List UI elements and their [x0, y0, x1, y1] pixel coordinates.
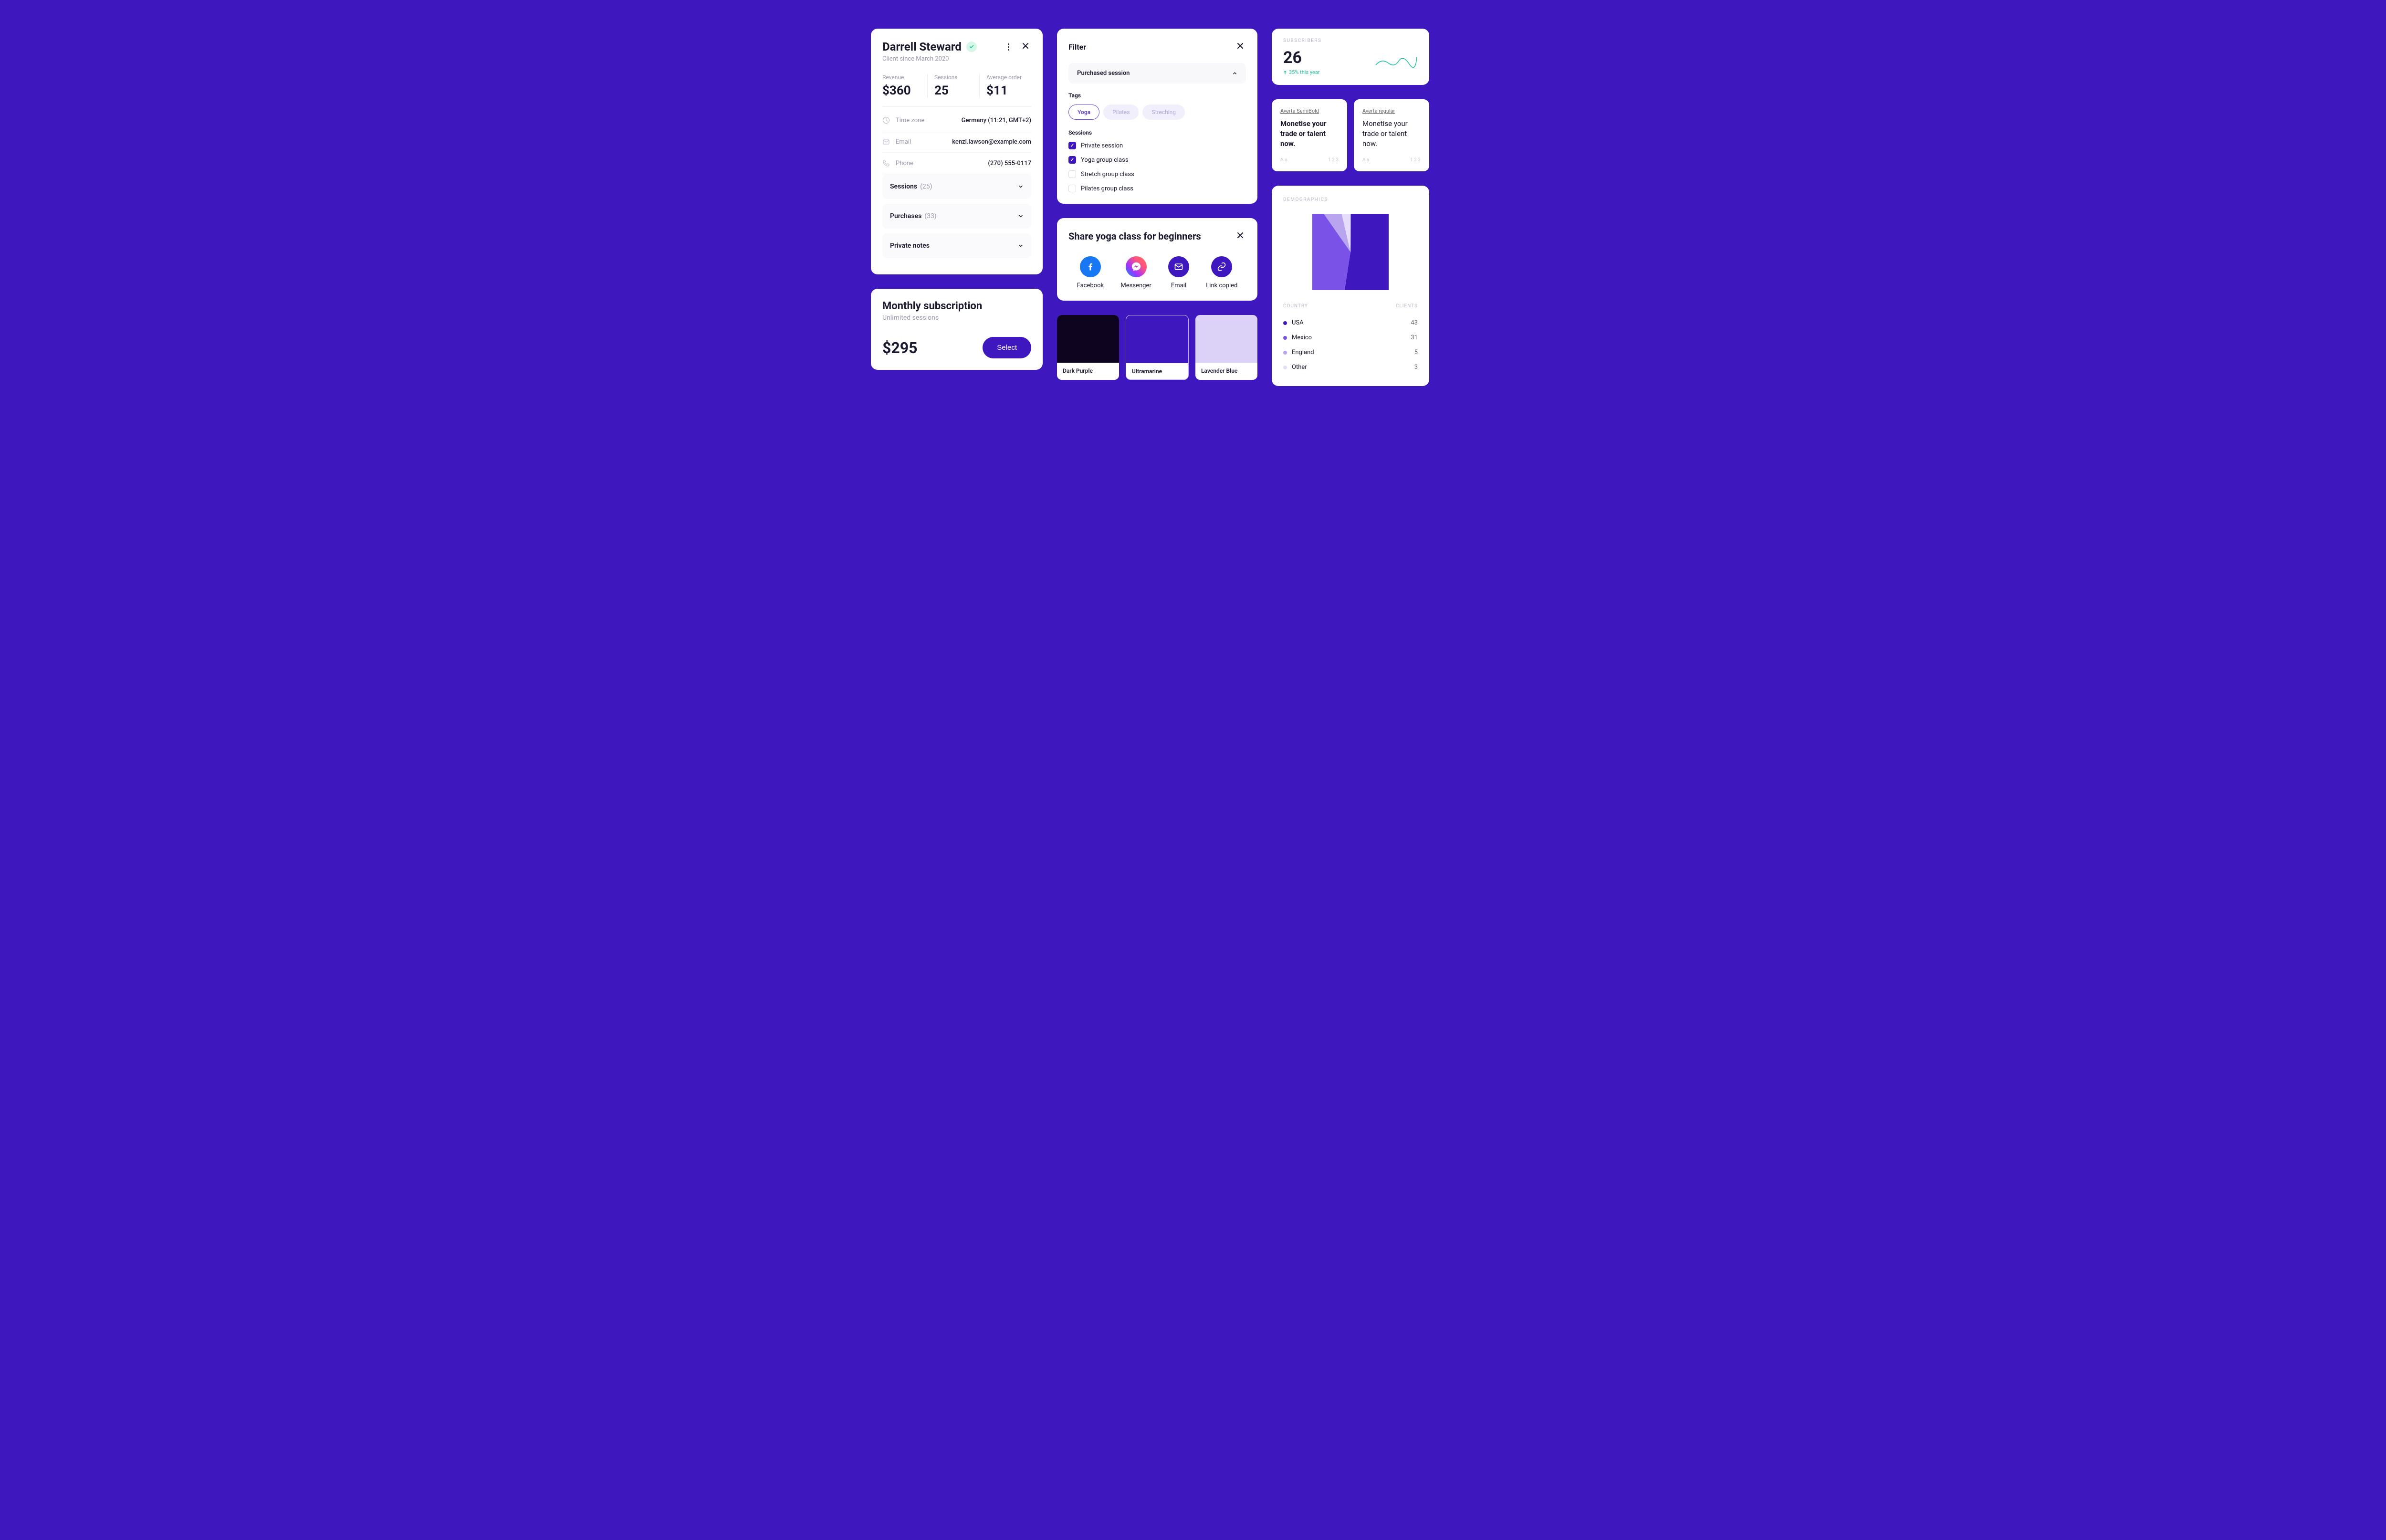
phone-icon [882, 159, 890, 167]
clock-icon [882, 116, 890, 124]
subscribers-value: 26 [1283, 48, 1320, 67]
chevron-up-icon [1232, 71, 1237, 76]
share-title: Share yoga class for beginners [1068, 230, 1201, 242]
sparkline-chart [1375, 54, 1418, 70]
subscribers-trend: 35% this year [1283, 69, 1320, 75]
demo-row-england: England 5 [1283, 345, 1418, 360]
facebook-icon [1080, 256, 1101, 277]
swatch-dark-purple[interactable]: Dark Purple [1057, 315, 1119, 380]
swatch-ultramarine[interactable]: Ultramarine [1126, 315, 1189, 380]
color-swatches: Dark Purple Ultramarine Lavender Blue [1057, 315, 1257, 380]
country-header: COUNTRY [1283, 304, 1308, 309]
stat-sessions: Sessions 25 [927, 74, 979, 98]
subscription-desc: Unlimited sessions [882, 314, 1031, 322]
clients-header: CLIENTS [1396, 304, 1418, 309]
pie-chart [1312, 214, 1389, 290]
share-link[interactable]: Link copied [1206, 256, 1237, 289]
info-timezone: Time zone Germany (11:21, GMT+2) [882, 110, 1031, 131]
mail-icon [882, 138, 890, 146]
kebab-menu-icon[interactable] [1006, 42, 1011, 52]
filter-card: Filter Purchased session Tags Yoga Pilat… [1057, 29, 1257, 204]
legend-dot [1283, 351, 1287, 355]
messenger-icon [1126, 256, 1147, 277]
sessions-label: Sessions [1068, 129, 1246, 136]
checkbox-icon [1068, 142, 1076, 149]
font-name: Averta regular [1362, 108, 1421, 114]
chevron-down-icon [1018, 243, 1024, 249]
share-card: Share yoga class for beginners Facebook [1057, 218, 1257, 301]
arrow-up-icon [1283, 71, 1287, 74]
subscribers-card: SUBSCRIBERS 26 35% this year [1272, 29, 1429, 85]
checkbox-icon [1068, 170, 1076, 178]
info-phone: Phone (270) 555-0117 [882, 153, 1031, 174]
stat-avg-order: Average order $11 [979, 74, 1031, 98]
share-email[interactable]: Email [1168, 256, 1189, 289]
checkbox-stretch-group[interactable]: Stretch group class [1068, 170, 1246, 178]
demo-row-other: Other 3 [1283, 360, 1418, 375]
client-card: Darrell Steward Client since March 2020 … [871, 29, 1043, 274]
accordion-notes[interactable]: Private notes [882, 233, 1031, 258]
filter-title: Filter [1068, 42, 1086, 52]
chevron-down-icon [1018, 213, 1024, 219]
legend-dot [1283, 336, 1287, 340]
stat-revenue: Revenue $360 [882, 74, 927, 98]
client-since: Client since March 2020 [882, 55, 1031, 63]
share-facebook[interactable]: Facebook [1077, 256, 1104, 289]
subscription-price: $295 [882, 339, 917, 357]
chevron-down-icon [1018, 184, 1024, 189]
subscription-card: Monthly subscription Unlimited sessions … [871, 289, 1043, 370]
share-messenger[interactable]: Messenger [1120, 256, 1151, 289]
swatch-lavender[interactable]: Lavender Blue [1195, 315, 1257, 380]
legend-dot [1283, 321, 1287, 325]
checkbox-pilates-group[interactable]: Pilates group class [1068, 185, 1246, 192]
subscription-title: Monthly subscription [882, 300, 1031, 312]
link-icon [1211, 256, 1232, 277]
demo-row-mexico: Mexico 31 [1283, 330, 1418, 345]
verified-icon [966, 42, 977, 52]
font-sample: Monetise your trade or talent now. [1280, 119, 1339, 149]
tag-yoga[interactable]: Yoga [1068, 105, 1099, 120]
checkbox-icon [1068, 185, 1076, 192]
filter-section-toggle[interactable]: Purchased session [1068, 63, 1246, 84]
typo-semibold-card: Averta SemiBold Monetise your trade or t… [1272, 99, 1347, 171]
demo-row-usa: USA 43 [1283, 315, 1418, 330]
select-button[interactable]: Select [983, 337, 1031, 358]
typo-regular-card: Averta regular Monetise your trade or ta… [1354, 99, 1429, 171]
demographics-label: DEMOGRAPHICS [1283, 197, 1418, 202]
tags-label: Tags [1068, 92, 1246, 99]
client-name: Darrell Steward [882, 40, 962, 53]
accordion-purchases[interactable]: Purchases (33) [882, 204, 1031, 229]
font-sample: Monetise your trade or talent now. [1362, 119, 1421, 149]
accordion-sessions[interactable]: Sessions (25) [882, 174, 1031, 199]
checkbox-yoga-group[interactable]: Yoga group class [1068, 156, 1246, 164]
font-name: Averta SemiBold [1280, 108, 1339, 114]
close-icon[interactable] [1235, 230, 1246, 243]
tag-pilates[interactable]: Pilates [1103, 105, 1139, 120]
subscribers-label: SUBSCRIBERS [1283, 38, 1418, 43]
legend-dot [1283, 366, 1287, 369]
tag-stretching[interactable]: Streching [1142, 105, 1185, 120]
close-icon[interactable] [1235, 40, 1246, 53]
checkbox-icon [1068, 156, 1076, 164]
close-icon[interactable] [1020, 40, 1031, 53]
info-email: Email kenzi.lawson@example.com [882, 131, 1031, 153]
email-icon [1168, 256, 1189, 277]
demographics-card: DEMOGRAPHICS COUNTRY CLIENTS USA 43 [1272, 186, 1429, 386]
checkbox-private[interactable]: Private session [1068, 142, 1246, 149]
